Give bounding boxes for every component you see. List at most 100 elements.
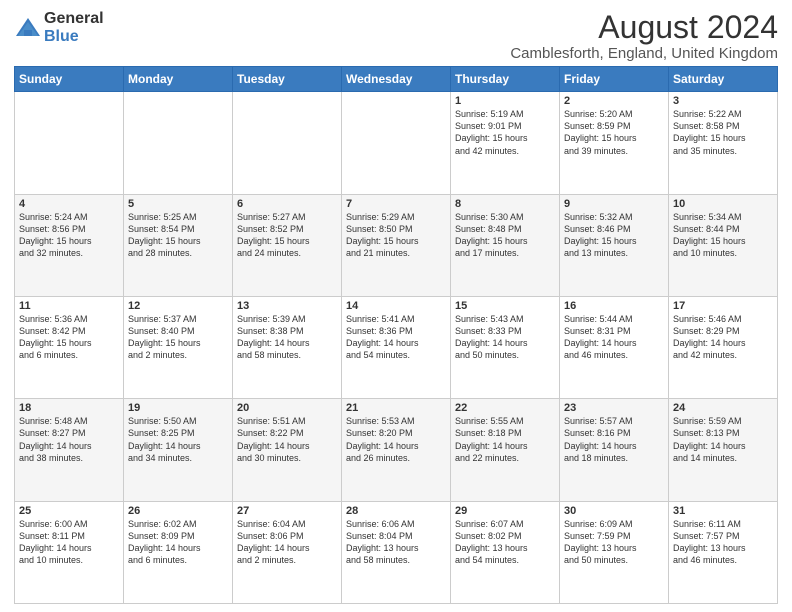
logo-blue: Blue <box>44 28 104 46</box>
header-row: Sunday Monday Tuesday Wednesday Thursday… <box>15 67 778 92</box>
day-info: Sunrise: 6:06 AM Sunset: 8:04 PM Dayligh… <box>346 518 446 567</box>
col-wednesday: Wednesday <box>342 67 451 92</box>
day-info: Sunrise: 5:53 AM Sunset: 8:20 PM Dayligh… <box>346 415 446 464</box>
day-info: Sunrise: 5:59 AM Sunset: 8:13 PM Dayligh… <box>673 415 773 464</box>
day-number: 23 <box>564 402 664 414</box>
day-number: 29 <box>455 505 555 517</box>
day-number: 19 <box>128 402 228 414</box>
calendar-cell: 21Sunrise: 5:53 AM Sunset: 8:20 PM Dayli… <box>342 399 451 501</box>
calendar-cell: 30Sunrise: 6:09 AM Sunset: 7:59 PM Dayli… <box>560 501 669 603</box>
calendar-cell: 31Sunrise: 6:11 AM Sunset: 7:57 PM Dayli… <box>669 501 778 603</box>
day-info: Sunrise: 5:30 AM Sunset: 8:48 PM Dayligh… <box>455 211 555 260</box>
calendar-header: Sunday Monday Tuesday Wednesday Thursday… <box>15 67 778 92</box>
day-info: Sunrise: 5:44 AM Sunset: 8:31 PM Dayligh… <box>564 313 664 362</box>
day-info: Sunrise: 5:34 AM Sunset: 8:44 PM Dayligh… <box>673 211 773 260</box>
calendar-cell: 9Sunrise: 5:32 AM Sunset: 8:46 PM Daylig… <box>560 194 669 296</box>
calendar-table: Sunday Monday Tuesday Wednesday Thursday… <box>14 66 778 604</box>
calendar-cell: 16Sunrise: 5:44 AM Sunset: 8:31 PM Dayli… <box>560 296 669 398</box>
day-info: Sunrise: 5:39 AM Sunset: 8:38 PM Dayligh… <box>237 313 337 362</box>
day-number: 27 <box>237 505 337 517</box>
calendar-cell: 26Sunrise: 6:02 AM Sunset: 8:09 PM Dayli… <box>124 501 233 603</box>
day-number: 7 <box>346 198 446 210</box>
calendar-body: 1Sunrise: 5:19 AM Sunset: 9:01 PM Daylig… <box>15 92 778 604</box>
calendar-cell: 2Sunrise: 5:20 AM Sunset: 8:59 PM Daylig… <box>560 92 669 194</box>
calendar-cell: 10Sunrise: 5:34 AM Sunset: 8:44 PM Dayli… <box>669 194 778 296</box>
day-info: Sunrise: 5:19 AM Sunset: 9:01 PM Dayligh… <box>455 108 555 157</box>
day-number: 1 <box>455 95 555 107</box>
logo-icon <box>14 14 42 42</box>
main-title: August 2024 <box>510 10 778 45</box>
calendar-cell: 5Sunrise: 5:25 AM Sunset: 8:54 PM Daylig… <box>124 194 233 296</box>
day-number: 17 <box>673 300 773 312</box>
day-number: 10 <box>673 198 773 210</box>
col-tuesday: Tuesday <box>233 67 342 92</box>
day-number: 11 <box>19 300 119 312</box>
day-number: 20 <box>237 402 337 414</box>
day-number: 21 <box>346 402 446 414</box>
day-number: 6 <box>237 198 337 210</box>
calendar-cell: 17Sunrise: 5:46 AM Sunset: 8:29 PM Dayli… <box>669 296 778 398</box>
week-row-4: 18Sunrise: 5:48 AM Sunset: 8:27 PM Dayli… <box>15 399 778 501</box>
day-info: Sunrise: 5:48 AM Sunset: 8:27 PM Dayligh… <box>19 415 119 464</box>
calendar-cell: 14Sunrise: 5:41 AM Sunset: 8:36 PM Dayli… <box>342 296 451 398</box>
logo-general: General <box>44 10 104 28</box>
day-info: Sunrise: 6:11 AM Sunset: 7:57 PM Dayligh… <box>673 518 773 567</box>
day-info: Sunrise: 5:51 AM Sunset: 8:22 PM Dayligh… <box>237 415 337 464</box>
week-row-2: 4Sunrise: 5:24 AM Sunset: 8:56 PM Daylig… <box>15 194 778 296</box>
day-number: 14 <box>346 300 446 312</box>
calendar-cell: 25Sunrise: 6:00 AM Sunset: 8:11 PM Dayli… <box>15 501 124 603</box>
calendar-cell: 23Sunrise: 5:57 AM Sunset: 8:16 PM Dayli… <box>560 399 669 501</box>
day-number: 28 <box>346 505 446 517</box>
day-number: 24 <box>673 402 773 414</box>
day-number: 13 <box>237 300 337 312</box>
day-info: Sunrise: 5:27 AM Sunset: 8:52 PM Dayligh… <box>237 211 337 260</box>
calendar-cell: 19Sunrise: 5:50 AM Sunset: 8:25 PM Dayli… <box>124 399 233 501</box>
calendar-cell: 15Sunrise: 5:43 AM Sunset: 8:33 PM Dayli… <box>451 296 560 398</box>
day-number: 16 <box>564 300 664 312</box>
day-info: Sunrise: 5:57 AM Sunset: 8:16 PM Dayligh… <box>564 415 664 464</box>
day-info: Sunrise: 5:55 AM Sunset: 8:18 PM Dayligh… <box>455 415 555 464</box>
day-info: Sunrise: 6:04 AM Sunset: 8:06 PM Dayligh… <box>237 518 337 567</box>
day-info: Sunrise: 5:36 AM Sunset: 8:42 PM Dayligh… <box>19 313 119 362</box>
calendar-cell: 22Sunrise: 5:55 AM Sunset: 8:18 PM Dayli… <box>451 399 560 501</box>
day-info: Sunrise: 6:02 AM Sunset: 8:09 PM Dayligh… <box>128 518 228 567</box>
col-monday: Monday <box>124 67 233 92</box>
calendar-cell: 24Sunrise: 5:59 AM Sunset: 8:13 PM Dayli… <box>669 399 778 501</box>
day-info: Sunrise: 5:24 AM Sunset: 8:56 PM Dayligh… <box>19 211 119 260</box>
calendar-cell: 6Sunrise: 5:27 AM Sunset: 8:52 PM Daylig… <box>233 194 342 296</box>
calendar-cell <box>124 92 233 194</box>
day-info: Sunrise: 6:07 AM Sunset: 8:02 PM Dayligh… <box>455 518 555 567</box>
day-info: Sunrise: 5:20 AM Sunset: 8:59 PM Dayligh… <box>564 108 664 157</box>
day-info: Sunrise: 5:50 AM Sunset: 8:25 PM Dayligh… <box>128 415 228 464</box>
day-info: Sunrise: 6:00 AM Sunset: 8:11 PM Dayligh… <box>19 518 119 567</box>
day-number: 5 <box>128 198 228 210</box>
day-info: Sunrise: 5:32 AM Sunset: 8:46 PM Dayligh… <box>564 211 664 260</box>
col-saturday: Saturday <box>669 67 778 92</box>
calendar-cell: 29Sunrise: 6:07 AM Sunset: 8:02 PM Dayli… <box>451 501 560 603</box>
calendar-cell: 8Sunrise: 5:30 AM Sunset: 8:48 PM Daylig… <box>451 194 560 296</box>
day-number: 15 <box>455 300 555 312</box>
col-sunday: Sunday <box>15 67 124 92</box>
week-row-1: 1Sunrise: 5:19 AM Sunset: 9:01 PM Daylig… <box>15 92 778 194</box>
day-number: 18 <box>19 402 119 414</box>
title-block: August 2024 Camblesforth, England, Unite… <box>510 10 778 62</box>
day-number: 12 <box>128 300 228 312</box>
day-number: 26 <box>128 505 228 517</box>
day-info: Sunrise: 5:43 AM Sunset: 8:33 PM Dayligh… <box>455 313 555 362</box>
day-number: 4 <box>19 198 119 210</box>
subtitle: Camblesforth, England, United Kingdom <box>510 45 778 62</box>
day-info: Sunrise: 5:37 AM Sunset: 8:40 PM Dayligh… <box>128 313 228 362</box>
day-number: 30 <box>564 505 664 517</box>
week-row-3: 11Sunrise: 5:36 AM Sunset: 8:42 PM Dayli… <box>15 296 778 398</box>
logo-text: General Blue <box>44 10 104 45</box>
day-number: 22 <box>455 402 555 414</box>
calendar-cell: 18Sunrise: 5:48 AM Sunset: 8:27 PM Dayli… <box>15 399 124 501</box>
day-info: Sunrise: 6:09 AM Sunset: 7:59 PM Dayligh… <box>564 518 664 567</box>
day-info: Sunrise: 5:25 AM Sunset: 8:54 PM Dayligh… <box>128 211 228 260</box>
calendar-cell <box>342 92 451 194</box>
day-number: 8 <box>455 198 555 210</box>
calendar-cell <box>233 92 342 194</box>
day-number: 31 <box>673 505 773 517</box>
calendar-cell: 4Sunrise: 5:24 AM Sunset: 8:56 PM Daylig… <box>15 194 124 296</box>
calendar-cell: 7Sunrise: 5:29 AM Sunset: 8:50 PM Daylig… <box>342 194 451 296</box>
